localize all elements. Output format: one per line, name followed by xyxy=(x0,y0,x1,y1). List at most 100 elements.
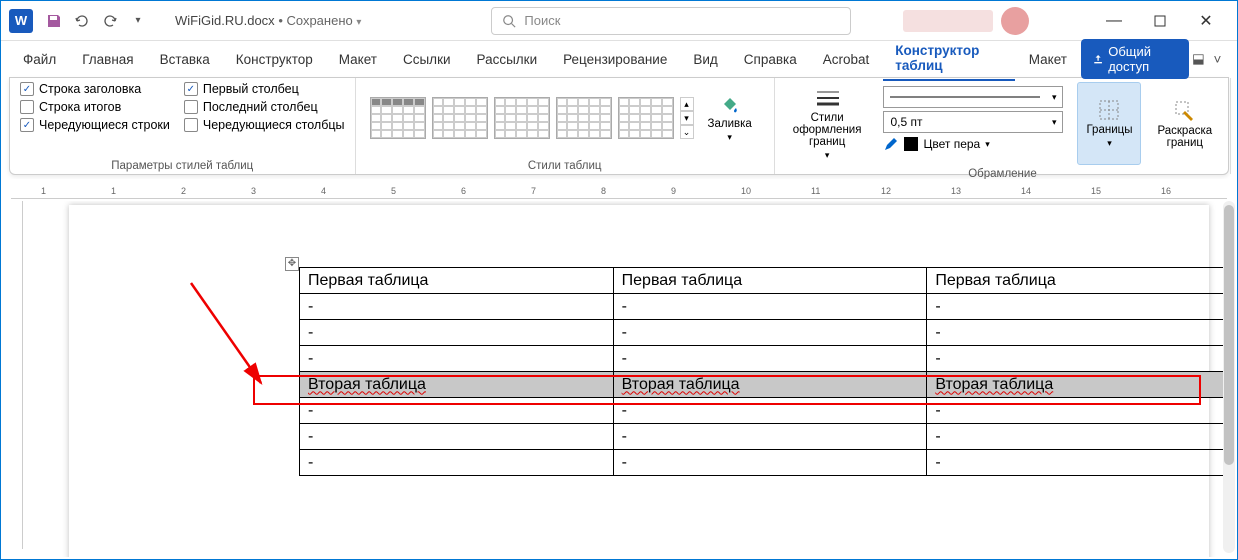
check-total-row[interactable]: Строка итогов xyxy=(20,100,170,114)
ribbon-chevron-icon[interactable]: ˅ xyxy=(1208,52,1227,67)
check-banded-rows[interactable]: Чередующиеся строки xyxy=(20,118,170,132)
tab-design[interactable]: Конструктор xyxy=(224,46,325,73)
table-cell[interactable]: - xyxy=(927,424,1223,450)
table-styles-gallery[interactable]: ▴▾⌄ Заливка▾ xyxy=(366,82,764,153)
undo-icon[interactable] xyxy=(71,10,93,32)
table-cell[interactable]: Первая таблица xyxy=(300,268,614,294)
border-width-combo[interactable]: 0,5 пт▾ xyxy=(883,111,1063,133)
group-framing: Стили оформления границ▾ ▾ 0,5 пт▾ Цвет … xyxy=(775,78,1231,174)
qat-dropdown-icon[interactable]: ▾ xyxy=(127,10,149,32)
table-cell[interactable]: - xyxy=(613,346,927,372)
table-row[interactable]: --- xyxy=(300,346,1224,372)
table-cell[interactable]: - xyxy=(300,398,614,424)
maximize-button[interactable] xyxy=(1137,1,1183,41)
table-move-handle[interactable]: ✥ xyxy=(285,257,299,271)
borders-button[interactable]: Границы▾ xyxy=(1077,82,1141,165)
check-last-column[interactable]: Последний столбец xyxy=(184,100,345,114)
group-table-styles: ▴▾⌄ Заливка▾ Стили таблиц xyxy=(356,78,775,174)
table-cell[interactable]: - xyxy=(613,450,927,476)
border-painter-button[interactable]: Раскраска границ xyxy=(1149,82,1220,165)
table-style-thumb[interactable] xyxy=(556,97,612,139)
pen-icon xyxy=(883,136,899,152)
close-button[interactable]: ✕ xyxy=(1183,1,1229,41)
table-cell[interactable]: - xyxy=(300,346,614,372)
border-styles-button[interactable]: Стили оформления границ▾ xyxy=(785,82,870,165)
table-cell[interactable]: - xyxy=(927,294,1223,320)
tab-references[interactable]: Ссылки xyxy=(391,46,463,73)
table-row[interactable]: --- xyxy=(300,424,1224,450)
tab-table-design[interactable]: Конструктор таблиц xyxy=(883,37,1014,81)
tab-table-layout[interactable]: Макет xyxy=(1017,46,1079,73)
chevron-down-icon: ▾ xyxy=(680,111,694,125)
table-cell[interactable]: - xyxy=(927,320,1223,346)
redo-icon[interactable] xyxy=(99,10,121,32)
check-header-row[interactable]: Строка заголовка xyxy=(20,82,170,96)
vertical-ruler[interactable] xyxy=(3,201,23,549)
table-cell[interactable]: - xyxy=(613,294,927,320)
user-name-placeholder xyxy=(903,10,993,32)
table-cell[interactable]: - xyxy=(300,424,614,450)
table-style-thumb[interactable] xyxy=(618,97,674,139)
tab-view[interactable]: Вид xyxy=(681,46,729,73)
share-button[interactable]: Общий доступ xyxy=(1081,39,1189,79)
table-cell[interactable]: - xyxy=(300,294,614,320)
bucket-icon xyxy=(718,92,742,116)
table-cell[interactable]: Вторая таблица xyxy=(300,372,614,398)
minimize-button[interactable]: — xyxy=(1091,1,1137,41)
tab-insert[interactable]: Вставка xyxy=(148,46,222,73)
horizontal-ruler[interactable]: 112345678910111213141516 xyxy=(11,179,1227,199)
document-title: WiFiGid.RU.docx • Сохранено ▾ xyxy=(175,13,361,28)
table-row[interactable]: --- xyxy=(300,450,1224,476)
tab-file[interactable]: Файл xyxy=(11,46,68,73)
table-cell[interactable]: - xyxy=(927,346,1223,372)
table-style-thumb[interactable] xyxy=(494,97,550,139)
tab-help[interactable]: Справка xyxy=(732,46,809,73)
tab-acrobat[interactable]: Acrobat xyxy=(811,46,882,73)
user-avatar[interactable] xyxy=(1001,7,1029,35)
table-row[interactable]: Первая таблицаПервая таблицаПервая табли… xyxy=(300,268,1224,294)
tab-layout[interactable]: Макет xyxy=(327,46,389,73)
table-cell[interactable]: - xyxy=(927,450,1223,476)
pen-color-button[interactable]: Цвет пера▾ xyxy=(883,136,1063,152)
gallery-scroll[interactable]: ▴▾⌄ xyxy=(680,97,694,139)
tab-mailings[interactable]: Рассылки xyxy=(465,46,550,73)
table-cell[interactable]: - xyxy=(300,450,614,476)
vertical-scrollbar[interactable] xyxy=(1223,201,1235,553)
table-cell[interactable]: - xyxy=(613,320,927,346)
table-row[interactable]: --- xyxy=(300,294,1224,320)
document-area: ✥ Первая таблицаПервая таблицаПервая таб… xyxy=(25,201,1223,557)
border-style-icon xyxy=(815,86,839,110)
search-input[interactable]: Поиск xyxy=(491,7,851,35)
table-cell[interactable]: - xyxy=(613,424,927,450)
table-style-thumb[interactable] xyxy=(370,97,426,139)
table-cell[interactable]: - xyxy=(927,398,1223,424)
tab-home[interactable]: Главная xyxy=(70,46,145,73)
group-label-style-options: Параметры стилей таблиц xyxy=(20,157,345,172)
table-cell[interactable]: - xyxy=(300,320,614,346)
search-icon xyxy=(502,14,516,28)
app-word-icon: W xyxy=(9,9,33,33)
table-row[interactable]: Вторая таблицаВторая таблицаВторая табли… xyxy=(300,372,1224,398)
document-table[interactable]: Первая таблицаПервая таблицаПервая табли… xyxy=(299,267,1223,476)
border-line-style-combo[interactable]: ▾ xyxy=(883,86,1063,108)
ribbon-panel: Строка заголовка Первый столбец Строка и… xyxy=(9,77,1229,175)
check-banded-columns[interactable]: Чередующиеся столбцы xyxy=(184,118,345,132)
painter-icon xyxy=(1173,99,1197,123)
group-label-table-styles: Стили таблиц xyxy=(366,157,764,172)
shading-button[interactable]: Заливка▾ xyxy=(700,88,760,147)
tab-review[interactable]: Рецензирование xyxy=(551,46,679,73)
save-icon[interactable] xyxy=(43,10,65,32)
table-row[interactable]: --- xyxy=(300,398,1224,424)
scrollbar-thumb[interactable] xyxy=(1224,205,1234,465)
ribbon-collapse-icon[interactable]: ⬓ xyxy=(1189,51,1208,67)
table-row[interactable]: --- xyxy=(300,320,1224,346)
table-cell[interactable]: Первая таблица xyxy=(613,268,927,294)
table-style-thumb[interactable] xyxy=(432,97,488,139)
table-cell[interactable]: Первая таблица xyxy=(927,268,1223,294)
check-first-column[interactable]: Первый столбец xyxy=(184,82,345,96)
group-style-options: Строка заголовка Первый столбец Строка и… xyxy=(10,78,356,174)
table-cell[interactable]: Вторая таблица xyxy=(927,372,1223,398)
table-cell[interactable]: Вторая таблица xyxy=(613,372,927,398)
page[interactable]: ✥ Первая таблицаПервая таблицаПервая таб… xyxy=(69,205,1209,557)
table-cell[interactable]: - xyxy=(613,398,927,424)
